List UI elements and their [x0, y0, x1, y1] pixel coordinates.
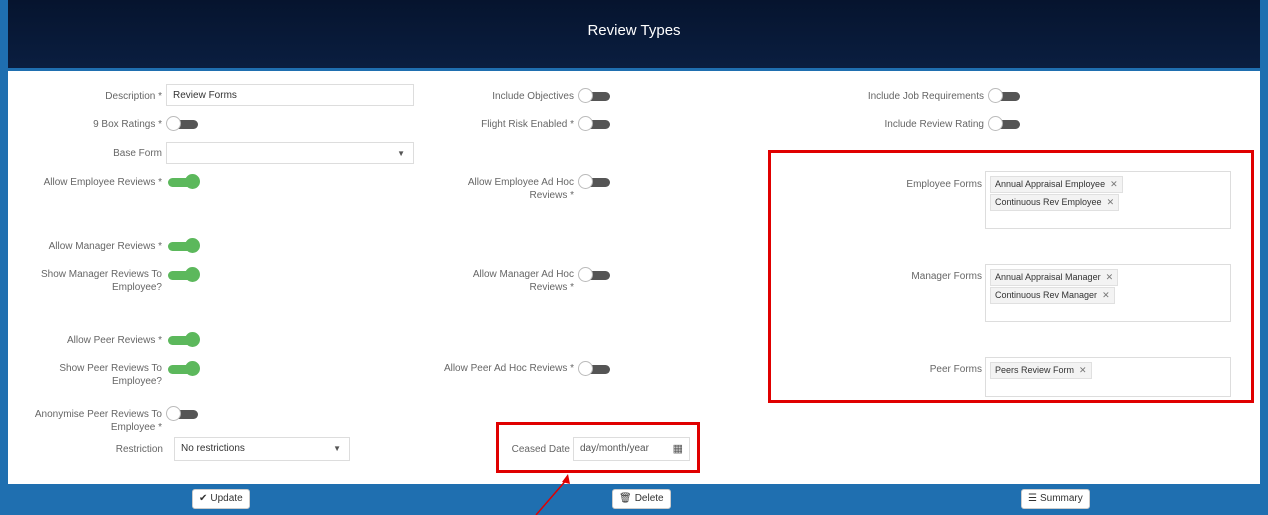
show-peer-reviews-label: Show Peer Reviews To Employee?: [59, 363, 162, 387]
delete-button-label: Delete: [634, 493, 664, 504]
base-form-label: Base Form: [113, 148, 162, 159]
include-review-rating-toggle[interactable]: [988, 116, 1022, 131]
delete-button[interactable]: 🗑 Delete: [612, 489, 671, 509]
update-button[interactable]: ✔ Update: [192, 489, 250, 509]
flight-risk-label: Flight Risk Enabled *: [481, 119, 574, 130]
description-label: Description *: [105, 91, 162, 102]
allow-employee-adhoc-toggle[interactable]: [578, 174, 612, 189]
form-tag-label: Annual Appraisal Employee: [995, 179, 1106, 189]
include-review-rating-label: Include Review Rating: [884, 119, 985, 130]
ceased-date-input[interactable]: day/month/year ▦: [573, 437, 690, 461]
chevron-down-icon: ▼: [333, 444, 341, 453]
nine-box-toggle[interactable]: [166, 116, 200, 131]
ceased-date-label: Ceased Date: [511, 444, 570, 455]
peer-forms-label: Peer Forms: [929, 364, 982, 375]
page-header: Review Types: [8, 0, 1260, 71]
peer-forms-select[interactable]: Peers Review Form ✕: [985, 357, 1231, 397]
form-tag[interactable]: Continuous Rev Employee ✕: [990, 194, 1120, 211]
allow-employee-adhoc-label: Allow Employee Ad Hoc Reviews *: [467, 177, 574, 201]
update-button-label: Update: [210, 493, 243, 504]
description-input[interactable]: Review Forms: [166, 84, 414, 106]
allow-peer-reviews-toggle[interactable]: [166, 332, 200, 347]
show-peer-reviews-toggle[interactable]: [166, 361, 200, 376]
list-icon: ☰: [1028, 493, 1037, 504]
employee-forms-select[interactable]: Annual Appraisal Employee ✕ Continuous Re…: [985, 171, 1231, 229]
include-objectives-label: Include Objectives: [492, 91, 574, 102]
anonymise-peer-label: Anonymise Peer Reviews To Employee *: [34, 409, 162, 433]
trash-icon: 🗑: [619, 493, 632, 504]
show-manager-reviews-toggle[interactable]: [166, 267, 200, 282]
close-icon[interactable]: ✕: [1110, 179, 1118, 189]
base-form-select[interactable]: ▼: [166, 142, 414, 164]
annotation-arrow: [535, 474, 570, 515]
summary-button[interactable]: ☰ Summary: [1021, 489, 1090, 509]
summary-button-label: Summary: [1039, 493, 1083, 504]
page-title: Review Types: [587, 22, 681, 39]
close-icon[interactable]: ✕: [1107, 197, 1115, 207]
form-tag-label: Continuous Rev Employee: [995, 197, 1102, 207]
restriction-select[interactable]: No restrictions ▼: [174, 437, 350, 461]
close-icon[interactable]: ✕: [1079, 365, 1087, 375]
manager-forms-select[interactable]: Annual Appraisal Manager ✕ Continuous Rev…: [985, 264, 1231, 322]
form-tag[interactable]: Peers Review Form ✕: [990, 362, 1092, 379]
allow-employee-reviews-label: Allow Employee Reviews *: [43, 177, 162, 188]
form-tag[interactable]: Annual Appraisal Manager ✕: [990, 269, 1119, 286]
allow-manager-reviews-label: Allow Manager Reviews *: [48, 241, 162, 252]
show-manager-reviews-label: Show Manager Reviews To Employee?: [41, 269, 162, 293]
include-objectives-toggle[interactable]: [578, 88, 612, 103]
nine-box-label: 9 Box Ratings *: [93, 119, 162, 130]
check-icon: ✔: [199, 493, 208, 504]
allow-manager-adhoc-label: Allow Manager Ad Hoc Reviews *: [472, 269, 574, 293]
include-job-req-toggle[interactable]: [988, 88, 1022, 103]
restriction-value: No restrictions: [181, 443, 245, 454]
flight-risk-toggle[interactable]: [578, 116, 612, 131]
calendar-icon[interactable]: ▦: [673, 438, 683, 460]
footer-bar: ✔ Update 🗑 Delete ☰ Summary: [8, 484, 1260, 515]
close-icon[interactable]: ✕: [1102, 290, 1110, 300]
allow-peer-adhoc-label: Allow Peer Ad Hoc Reviews *: [443, 363, 574, 374]
review-types-panel: Review Types Description * Review Forms …: [8, 0, 1260, 515]
allow-manager-reviews-toggle[interactable]: [166, 238, 200, 253]
allow-manager-adhoc-toggle[interactable]: [578, 267, 612, 282]
form-tag-label: Peers Review Form: [995, 365, 1075, 375]
anonymise-peer-toggle[interactable]: [166, 406, 200, 421]
form-tag-label: Annual Appraisal Manager: [995, 272, 1101, 282]
employee-forms-label: Employee Forms: [906, 179, 982, 190]
form-tag[interactable]: Annual Appraisal Employee ✕: [990, 176, 1123, 193]
ceased-date-placeholder: day/month/year: [580, 443, 649, 454]
form-tag[interactable]: Continuous Rev Manager ✕: [990, 287, 1115, 304]
chevron-down-icon: ▼: [397, 149, 405, 158]
restriction-label: Restriction: [115, 444, 163, 455]
allow-peer-reviews-label: Allow Peer Reviews *: [66, 335, 162, 346]
allow-employee-reviews-toggle[interactable]: [166, 174, 200, 189]
allow-peer-adhoc-toggle[interactable]: [578, 361, 612, 376]
manager-forms-label: Manager Forms: [911, 271, 982, 282]
close-icon[interactable]: ✕: [1106, 272, 1114, 282]
include-job-req-label: Include Job Requirements: [867, 91, 984, 102]
form-tag-label: Continuous Rev Manager: [995, 290, 1098, 300]
